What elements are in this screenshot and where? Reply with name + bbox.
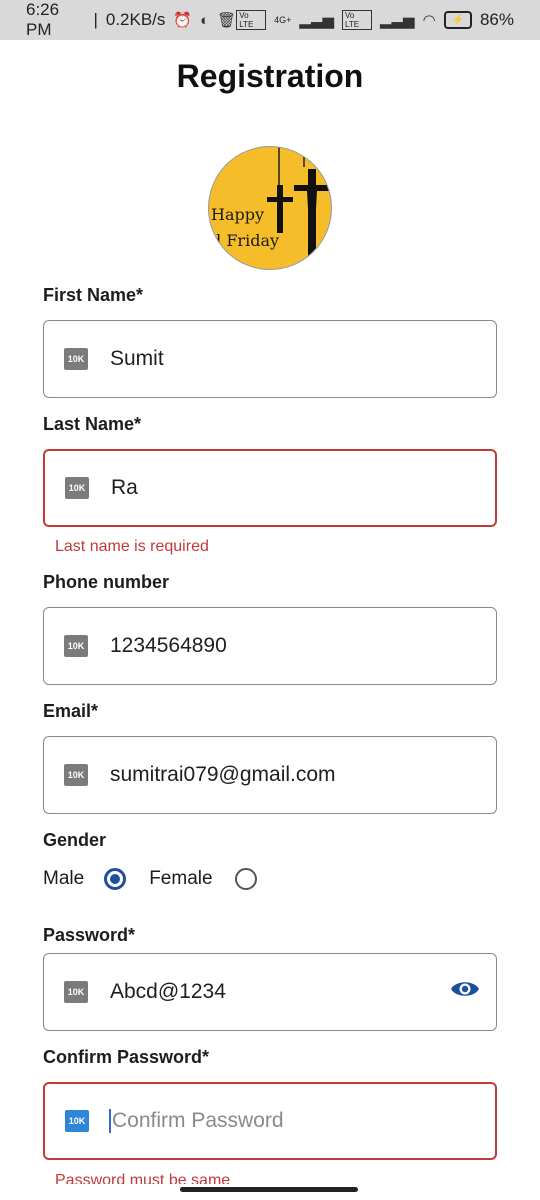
status-right: Vo LTE 4G+ ▂▃▅ Vo LTE ▂▃▅ ◠ ⚡ 86%: [236, 10, 514, 30]
eye-icon[interactable]: [450, 978, 480, 1000]
last-name-field[interactable]: 10K Ra: [43, 449, 497, 527]
profile-avatar[interactable]: Happy d Friday: [208, 146, 332, 270]
last-name-label: Last Name*: [43, 414, 142, 434]
signal-icon-1: ▂▃▅: [299, 12, 335, 29]
page-title: Registration: [176, 58, 364, 94]
wifi-icon: ◠: [422, 12, 436, 29]
status-speed: 0.2KB/s: [105, 10, 166, 29]
status-left: 6:26 PM | 0.2KB/s ⏰ ◐ 🗑: [26, 0, 237, 39]
battery-level: 86%: [479, 10, 514, 29]
alarm-icon: ⏰: [173, 12, 193, 29]
phone-value: 1234564890: [110, 634, 227, 657]
password-value: Abcd@1234: [110, 980, 226, 1003]
confirm-password-input[interactable]: Confirm Password: [109, 1109, 284, 1133]
gender-female-radio[interactable]: [234, 868, 257, 890]
confirm-password-placeholder: Confirm Password: [112, 1109, 284, 1132]
gesture-nav-bar[interactable]: [180, 1187, 358, 1192]
email-field[interactable]: 10K sumitrai079@gmail.com: [43, 736, 497, 814]
first-name-value: Sumit: [110, 347, 164, 370]
email-label: Email*: [43, 701, 99, 721]
signal-icon-2: ▂▃▅: [379, 12, 415, 29]
confirm-password-field[interactable]: 10K Confirm Password: [43, 1082, 497, 1160]
gender-female-label: Female: [149, 868, 213, 889]
email-value: sumitrai079@gmail.com: [110, 763, 336, 786]
last-name-prefix-icon: 10K: [65, 477, 89, 499]
phone-field[interactable]: 10K 1234564890: [43, 607, 497, 685]
gender-label: Gender: [43, 830, 107, 850]
first-name-prefix-icon: 10K: [64, 348, 88, 370]
confirm-password-label: Confirm Password*: [43, 1047, 210, 1067]
volte-2-label: Vo LTE: [342, 10, 372, 30]
first-name-field[interactable]: 10K Sumit: [43, 320, 497, 398]
confirm-password-prefix-icon: 10K: [65, 1110, 89, 1132]
password-prefix-icon: 10K: [64, 981, 88, 1003]
last-name-value: Ra: [111, 476, 138, 499]
data-saver-icon: ◐: [200, 11, 210, 29]
gender-radio-group: Male Female: [43, 868, 257, 890]
avatar-caption-1: Happy: [211, 205, 265, 224]
phone-prefix-icon: 10K: [64, 635, 88, 657]
password-field[interactable]: 10K Abcd@1234: [43, 953, 497, 1031]
password-label: Password*: [43, 925, 136, 945]
first-name-label: First Name*: [43, 285, 144, 305]
battery-icon: ⚡: [443, 11, 472, 29]
last-name-error: Last name is required: [55, 538, 209, 555]
phone-label: Phone number: [43, 572, 170, 592]
gender-male-label: Male: [43, 868, 85, 889]
network-type-label: 4G+: [274, 15, 292, 25]
gender-male-radio[interactable]: [104, 868, 127, 890]
status-bar: 6:26 PM | 0.2KB/s ⏰ ◐ 🗑 Vo LTE 4G+ ▂▃▅ V…: [0, 0, 540, 40]
status-time: 6:26 PM: [26, 0, 60, 39]
text-cursor: [109, 1109, 111, 1133]
email-prefix-icon: 10K: [64, 764, 88, 786]
confirm-password-error: Password must be same: [55, 1172, 231, 1184]
volte-1-label: Vo LTE: [236, 10, 267, 30]
avatar-caption-2: d Friday: [211, 231, 280, 250]
trash-icon: 🗑: [217, 12, 237, 29]
